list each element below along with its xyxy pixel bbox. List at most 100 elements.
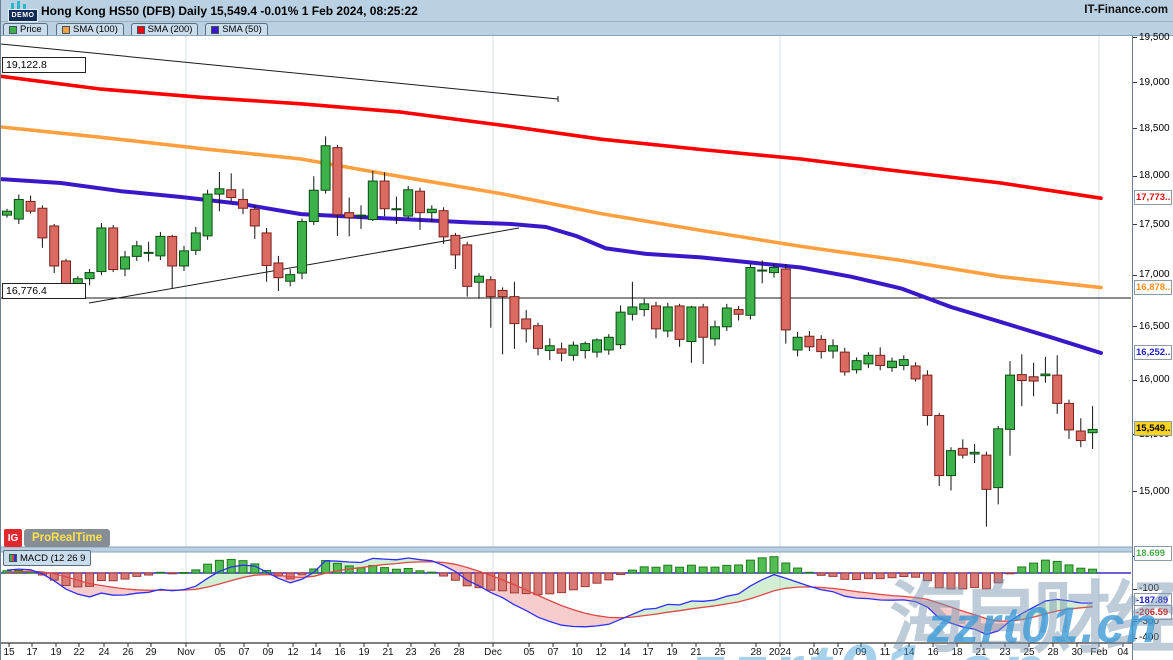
legend-tab-sma-100[interactable]: SMA (100)	[56, 23, 124, 35]
candle[interactable]	[345, 198, 354, 237]
candle[interactable]	[970, 444, 979, 463]
candle[interactable]	[793, 332, 802, 356]
candle[interactable]	[463, 242, 472, 297]
candle[interactable]	[675, 304, 684, 347]
price-chart-canvas[interactable]	[1, 36, 1132, 660]
candle[interactable]	[286, 269, 295, 286]
candle[interactable]	[935, 413, 944, 486]
candle[interactable]	[581, 342, 590, 359]
candle[interactable]	[309, 176, 318, 225]
candle[interactable]	[416, 188, 425, 230]
candle[interactable]	[1065, 400, 1074, 439]
candle[interactable]	[14, 195, 23, 224]
candle[interactable]	[569, 342, 578, 361]
legend-tab-sma-200[interactable]: SMA (200)	[131, 23, 199, 35]
candle[interactable]	[274, 256, 283, 291]
candle[interactable]	[604, 334, 613, 355]
candle[interactable]	[180, 246, 189, 271]
candle[interactable]	[250, 205, 259, 239]
candle[interactable]	[85, 269, 94, 285]
candle[interactable]	[711, 320, 720, 345]
candle[interactable]	[168, 235, 177, 289]
candle[interactable]	[333, 145, 342, 236]
candle[interactable]	[156, 232, 165, 260]
candle[interactable]	[144, 242, 153, 262]
candle[interactable]	[557, 343, 566, 362]
candle[interactable]	[404, 186, 413, 219]
candle[interactable]	[227, 173, 236, 201]
candle[interactable]	[380, 172, 389, 216]
candle[interactable]	[958, 439, 967, 458]
candle[interactable]	[486, 276, 495, 328]
candle[interactable]	[498, 287, 507, 354]
candle[interactable]	[947, 447, 956, 490]
macd-panel[interactable]	[1, 557, 1131, 635]
candle[interactable]	[534, 323, 543, 356]
candle[interactable]	[451, 233, 460, 269]
candle[interactable]	[1017, 354, 1026, 406]
candle[interactable]	[840, 348, 849, 376]
candle[interactable]	[1053, 355, 1062, 414]
candle[interactable]	[191, 227, 200, 255]
candle[interactable]	[1041, 357, 1050, 383]
candle[interactable]	[817, 335, 826, 358]
candle[interactable]	[510, 282, 519, 349]
candle[interactable]	[1029, 363, 1038, 397]
candle[interactable]	[994, 426, 1003, 504]
candle[interactable]	[3, 209, 12, 218]
candle[interactable]	[1088, 406, 1097, 449]
candle[interactable]	[50, 224, 59, 273]
candle[interactable]	[982, 452, 991, 527]
candle[interactable]	[699, 304, 708, 364]
candle[interactable]	[722, 304, 731, 331]
candle[interactable]	[687, 306, 696, 363]
legend-tab-price[interactable]: Price	[3, 23, 48, 35]
macd-indicator-tab[interactable]: MACD (12 26 9	[3, 550, 91, 566]
candle[interactable]	[876, 347, 885, 370]
candle[interactable]	[864, 352, 873, 368]
candle[interactable]	[475, 273, 484, 299]
candle[interactable]	[852, 357, 861, 373]
sma100-line[interactable]	[1, 127, 1101, 288]
candle[interactable]	[132, 241, 141, 261]
candle[interactable]	[805, 331, 814, 351]
candle[interactable]	[368, 171, 377, 221]
candle[interactable]	[593, 338, 602, 357]
candle[interactable]	[746, 264, 755, 319]
candle[interactable]	[215, 172, 224, 211]
candle[interactable]	[38, 205, 47, 248]
candle[interactable]	[911, 362, 920, 381]
candle[interactable]	[97, 223, 106, 275]
candle[interactable]	[640, 299, 649, 317]
candle[interactable]	[781, 264, 790, 344]
candle[interactable]	[239, 189, 248, 214]
candle[interactable]	[652, 302, 661, 339]
sma200-line[interactable]	[1, 76, 1101, 198]
candle[interactable]	[203, 190, 212, 240]
candle[interactable]	[663, 303, 672, 337]
macd-histogram-bar	[1077, 568, 1085, 573]
candle[interactable]	[109, 225, 118, 272]
candle[interactable]	[888, 357, 897, 371]
candle[interactable]	[262, 228, 271, 282]
candle[interactable]	[298, 219, 307, 280]
candle[interactable]	[26, 196, 35, 214]
candle[interactable]	[899, 355, 908, 370]
legend-swatch-icon	[9, 26, 17, 34]
panel-separator[interactable]	[1, 547, 1132, 552]
candle[interactable]	[545, 338, 554, 360]
candle[interactable]	[923, 370, 932, 425]
candle[interactable]	[321, 136, 330, 193]
candle[interactable]	[628, 282, 637, 321]
candle[interactable]	[1076, 418, 1085, 447]
candle[interactable]	[439, 207, 448, 244]
candle[interactable]	[1006, 361, 1015, 456]
candle[interactable]	[121, 251, 130, 276]
candle[interactable]	[829, 339, 838, 358]
date-label: 26	[429, 647, 440, 658]
candle[interactable]	[616, 305, 625, 349]
candle[interactable]	[522, 310, 531, 342]
price-axis[interactable]: 19,50019,00018,50018,00017,50017,00016,5…	[1132, 36, 1173, 660]
candle[interactable]	[734, 306, 743, 321]
legend-tab-sma-50[interactable]: SMA (50)	[205, 23, 268, 35]
